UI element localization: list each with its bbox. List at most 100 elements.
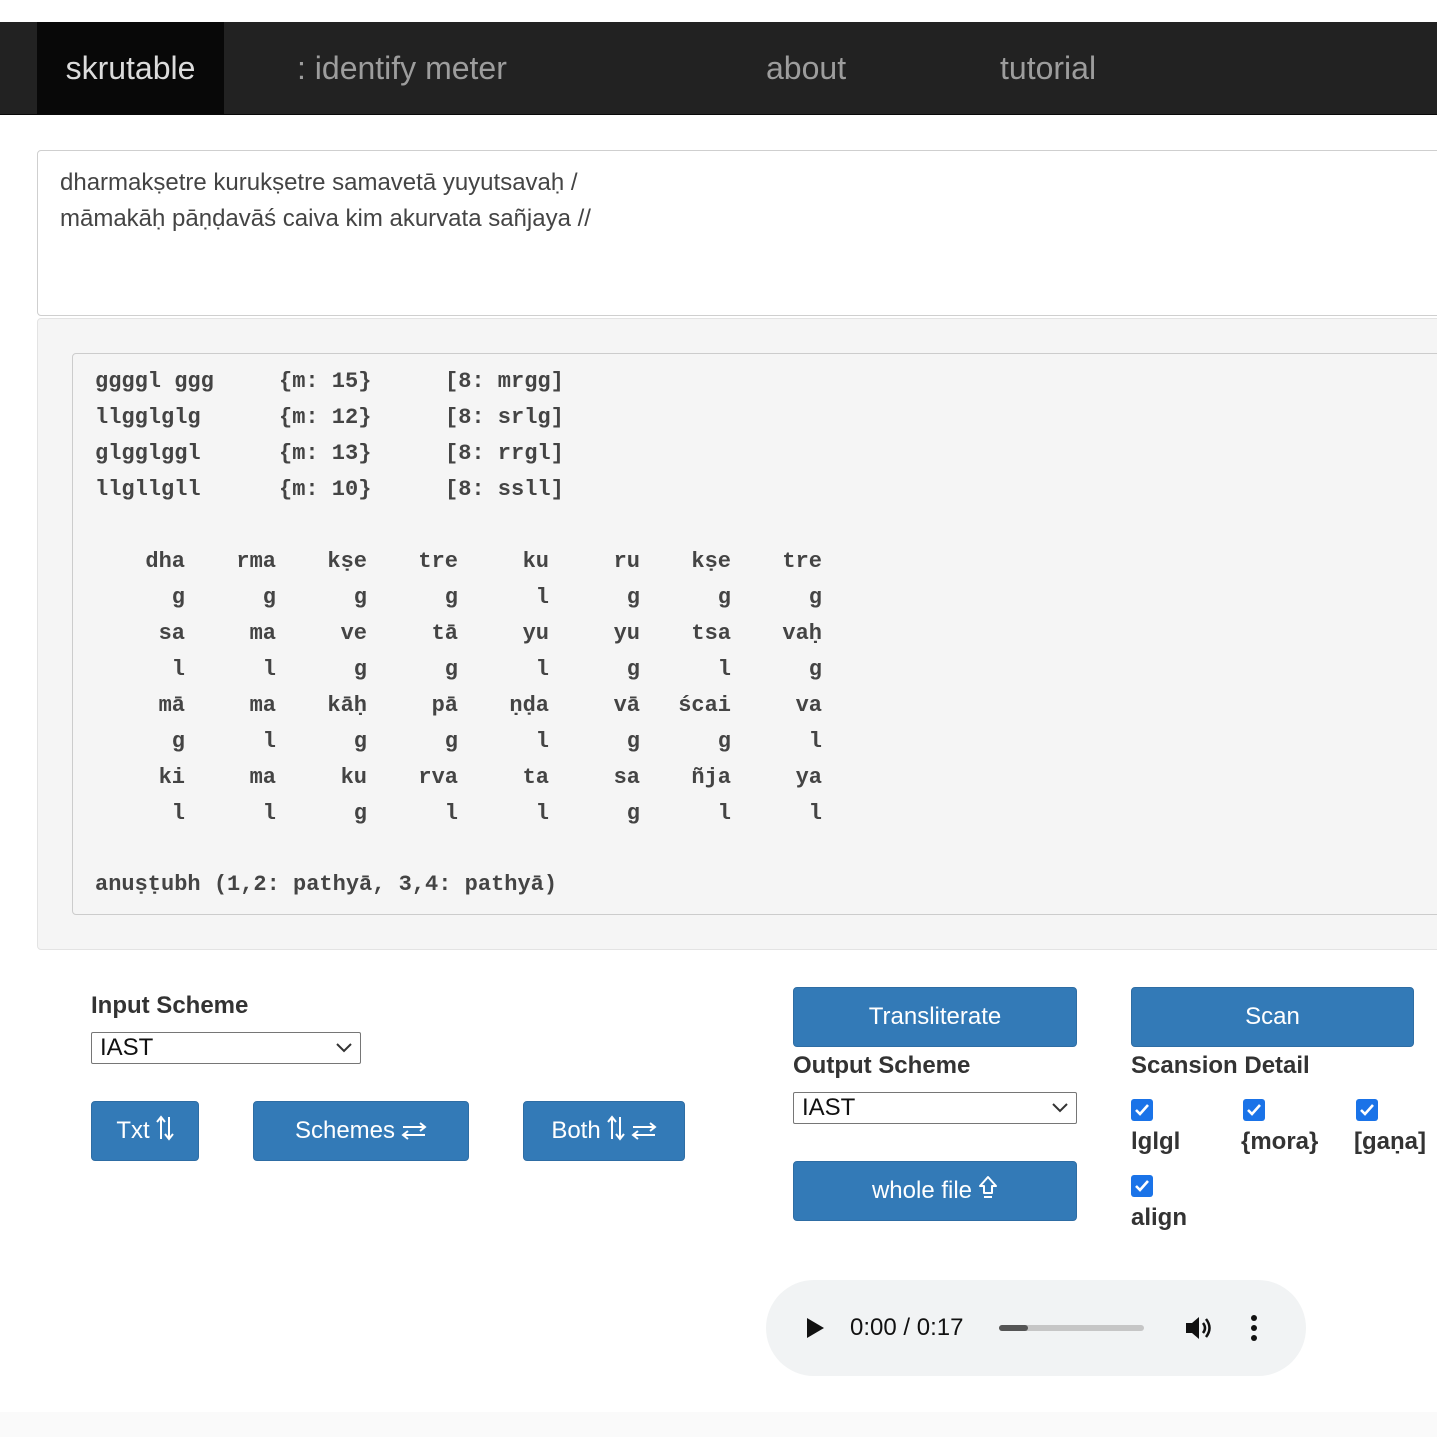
input-line-2: māmakāḥ pāṇḍavāś caiva kim akurvata sañj… — [60, 205, 591, 232]
syllable-cell: ma — [249, 765, 276, 790]
syllable-row: mā ma kāḥ pā ṇḍa vā ścai va — [73, 688, 873, 724]
syllable-cell: tā — [431, 621, 458, 646]
input-line-1: dharmakṣetre kurukṣetre samavetā yuyutsa… — [60, 169, 578, 196]
weight-cell: g — [262, 585, 276, 610]
weight-cell: l — [717, 657, 731, 682]
input-textarea[interactable]: dharmakṣetre kurukṣetre samavetā yuyutsa… — [37, 150, 1437, 316]
mora-count: {m: 10} — [279, 477, 372, 502]
weight-row: glgglggl {m: 13} [8: rrgl] — [95, 436, 564, 472]
weights-checkbox[interactable] — [1131, 1099, 1153, 1121]
weight-cell: g — [717, 585, 731, 610]
gana-sequence: [8: rrgl] — [445, 441, 564, 466]
chevron-down-icon — [336, 1043, 352, 1053]
syllable-cell: kṣe — [691, 549, 731, 574]
weight-cell: g — [171, 729, 185, 754]
swap-schemes-button[interactable]: Schemes — [253, 1101, 469, 1161]
syllable-cell: vaḥ — [782, 621, 822, 646]
nav-identify-meter[interactable]: : identify meter — [297, 22, 507, 114]
syllable-cell: vā — [613, 693, 640, 718]
syllable-cell: rma — [236, 549, 276, 574]
brand-link[interactable]: skrutable — [37, 22, 224, 114]
weight-cell: l — [535, 801, 549, 826]
syllable-cell: yu — [522, 621, 549, 646]
syllable-cell: va — [795, 693, 822, 718]
weight-cell: g — [717, 729, 731, 754]
navbar: skrutable : identify meter about tutoria… — [0, 22, 1437, 115]
gana-checkbox[interactable] — [1356, 1099, 1378, 1121]
swap-horizontal-icon — [631, 1122, 657, 1140]
scansion-detail-label: Scansion Detail — [1131, 1052, 1310, 1079]
mora-count: {m: 12} — [279, 405, 372, 430]
syllable-cell: ścai — [678, 693, 731, 718]
weight-pattern: llgglglg — [95, 405, 201, 430]
mora-count: {m: 13} — [279, 441, 372, 466]
whole-file-button[interactable]: whole file — [793, 1161, 1077, 1221]
weight-marker-row: gggglggg — [73, 580, 873, 616]
transliterate-button[interactable]: Transliterate — [793, 987, 1077, 1047]
audio-progress-fill — [999, 1325, 1028, 1331]
input-scheme-value: IAST — [100, 1034, 154, 1061]
weight-cell: g — [353, 657, 367, 682]
gana-sequence: [8: ssll] — [445, 477, 564, 502]
weight-cell: g — [171, 585, 185, 610]
syllable-cell: sa — [158, 621, 185, 646]
swap-text-label: Txt — [116, 1117, 150, 1144]
play-icon[interactable] — [804, 1316, 826, 1340]
swap-text-button[interactable]: Txt — [91, 1101, 199, 1161]
swap-schemes-label: Schemes — [294, 1117, 396, 1144]
mora-checkbox-label: {mora} — [1241, 1128, 1319, 1155]
swap-both-label: Both — [551, 1117, 601, 1144]
nav-about[interactable]: about — [766, 22, 846, 114]
more-options-icon[interactable] — [1250, 1313, 1258, 1343]
align-checkbox[interactable] — [1131, 1175, 1153, 1197]
output-scheme-label: Output Scheme — [793, 1052, 971, 1079]
weight-cell: l — [262, 801, 276, 826]
gana-sequence: [8: srlg] — [445, 405, 564, 430]
weight-row: llgllgll {m: 10} [8: ssll] — [95, 472, 564, 508]
weight-cell: g — [808, 657, 822, 682]
weight-row: ggggl ggg {m: 15} [8: mrgg] — [95, 364, 564, 400]
weight-cell: g — [444, 729, 458, 754]
weight-cell: g — [444, 657, 458, 682]
weight-cell: l — [444, 801, 458, 826]
align-checkbox-label: align — [1131, 1204, 1188, 1231]
scan-button[interactable]: Scan — [1131, 987, 1414, 1047]
weights-checkbox-label: lglgl — [1131, 1128, 1181, 1155]
syllable-cell: mā — [158, 693, 185, 718]
nav-tutorial[interactable]: tutorial — [1000, 22, 1096, 114]
mora-checkbox[interactable] — [1243, 1099, 1265, 1121]
weight-cell: g — [353, 729, 367, 754]
weight-cell: g — [626, 657, 640, 682]
weight-cell: g — [353, 801, 367, 826]
weight-pattern: glgglggl — [95, 441, 201, 466]
input-scheme-select[interactable]: IAST — [91, 1032, 361, 1064]
weight-pattern: ggggl ggg — [95, 369, 214, 394]
page-bottom — [0, 1412, 1437, 1437]
syllable-row: sa ma ve tā yu yu tsa vaḥ — [73, 616, 873, 652]
syllable-cell: ya — [795, 765, 822, 790]
checkmark-icon — [1360, 1104, 1374, 1116]
syllable-cell: ṇḍa — [509, 693, 549, 718]
output-scheme-select[interactable]: IAST — [793, 1092, 1077, 1124]
weight-cell: l — [535, 729, 549, 754]
swap-both-button[interactable]: Both — [523, 1101, 685, 1161]
whole-file-label: whole file — [871, 1177, 973, 1204]
weight-cell: g — [353, 585, 367, 610]
syllable-cell: ki — [158, 765, 185, 790]
checkmark-icon — [1135, 1180, 1149, 1192]
scansion-output: ggggl ggg {m: 15} [8: mrgg] llgglglg {m:… — [72, 353, 1437, 915]
syllable-cell: ku — [522, 549, 549, 574]
checkmark-icon — [1247, 1104, 1261, 1116]
weight-marker-row: llgglglg — [73, 652, 873, 688]
syllable-cell: tre — [782, 549, 822, 574]
volume-icon[interactable] — [1184, 1313, 1216, 1343]
weight-marker-row: llgllgll — [73, 796, 873, 832]
weight-cell: l — [808, 729, 822, 754]
weight-cell: l — [262, 657, 276, 682]
syllable-cell: pā — [431, 693, 458, 718]
audio-seek-bar[interactable] — [999, 1325, 1144, 1331]
gana-sequence: [8: mrgg] — [445, 369, 564, 394]
weight-cell: l — [535, 585, 549, 610]
input-scheme-label: Input Scheme — [91, 992, 249, 1019]
weight-cell: g — [626, 729, 640, 754]
